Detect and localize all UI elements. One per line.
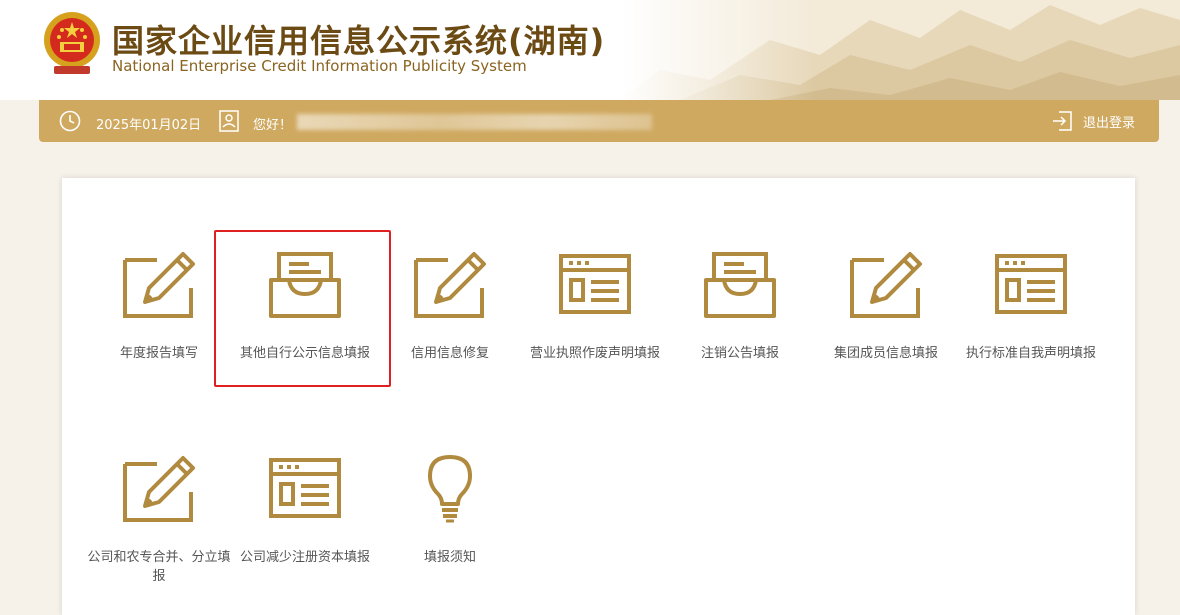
- document-card-icon: [995, 254, 1067, 314]
- tile-other-self-disclosure[interactable]: 其他自行公示信息填报: [230, 250, 380, 363]
- site-subtitle: National Enterprise Credit Information P…: [112, 57, 527, 75]
- tile-deregistration-notice[interactable]: 注销公告填报: [665, 250, 815, 363]
- tile-merger-split[interactable]: 公司和农专合并、分立填报: [84, 454, 234, 586]
- tile-label: 公司和农专合并、分立填报: [87, 550, 231, 584]
- tile-label: 集团成员信息填报: [833, 346, 938, 361]
- mountain-landscape-background: [620, 0, 1180, 100]
- lightbulb-icon: [428, 455, 472, 523]
- tile-license-void-statement[interactable]: 营业执照作废声明填报: [520, 250, 670, 363]
- tile-filing-instructions[interactable]: 填报须知: [375, 454, 525, 567]
- tile-label: 注销公告填报: [700, 346, 779, 361]
- greeting-text: 您好！: [253, 118, 293, 133]
- clock-icon: [59, 110, 81, 132]
- tile-label: 公司减少注册资本填报: [239, 550, 370, 565]
- edit-pencil-icon: [414, 252, 486, 318]
- tile-label: 执行标准自我声明填报: [965, 346, 1096, 361]
- tile-label: 信用信息修复: [410, 346, 489, 361]
- tile-label: 年度报告填写: [119, 346, 198, 361]
- tile-label: 营业执照作废声明填报: [529, 346, 660, 361]
- inbox-tray-icon: [704, 252, 776, 318]
- edit-pencil-icon: [850, 252, 922, 318]
- site-title: 国家企业信用信息公示系统(湖南): [112, 22, 606, 60]
- tile-label: 填报须知: [423, 550, 476, 565]
- tile-credit-repair[interactable]: 信用信息修复: [375, 250, 525, 363]
- tile-capital-reduction[interactable]: 公司减少注册资本填报: [230, 454, 380, 567]
- edit-pencil-icon: [123, 252, 195, 318]
- current-date: 2025年01月02日: [96, 118, 202, 133]
- tile-group-member-info[interactable]: 集团成员信息填报: [811, 250, 961, 363]
- tile-standard-self-declaration[interactable]: 执行标准自我声明填报: [956, 250, 1106, 363]
- edit-pencil-icon: [123, 456, 195, 522]
- user-badge-icon: [219, 110, 239, 132]
- user-info-bar: 2025年01月02日 您好！ 退出登录: [39, 100, 1159, 142]
- site-header: 国家企业信用信息公示系统(湖南) National Enterprise Cre…: [0, 0, 1180, 100]
- tile-annual-report[interactable]: 年度报告填写: [84, 250, 234, 363]
- national-emblem-logo: [44, 12, 100, 74]
- inbox-tray-icon: [269, 252, 341, 318]
- document-card-icon: [559, 254, 631, 314]
- document-card-icon: [269, 458, 341, 518]
- logout-button[interactable]: 退出登录: [1051, 109, 1135, 133]
- tile-label: 其他自行公示信息填报: [239, 346, 370, 361]
- logout-label: 退出登录: [1082, 115, 1135, 131]
- redacted-username: [297, 114, 652, 130]
- logout-icon: [1052, 111, 1072, 131]
